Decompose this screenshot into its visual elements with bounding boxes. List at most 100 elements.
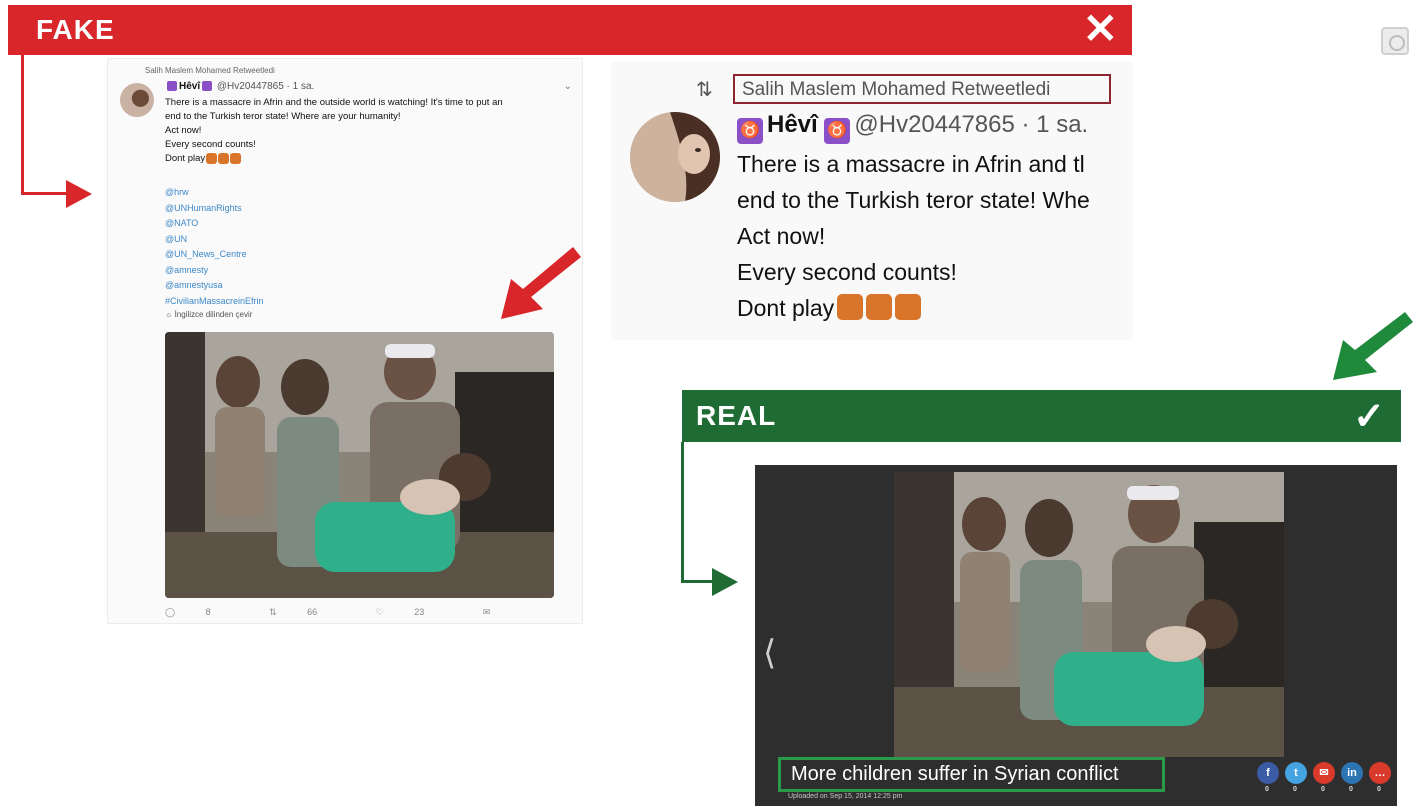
tweet-line: There is a massacre in Afrin and the out… (165, 97, 503, 108)
mention-link[interactable]: @UN_News_Centre (165, 247, 264, 263)
monkey-emoji-icon (230, 152, 242, 164)
twitter-icon: t (1294, 767, 1298, 779)
tweet-line: end to the Turkish teror state! Where ar… (165, 111, 401, 122)
like-count: 23 (414, 607, 425, 617)
retweet-count: 66 (307, 607, 318, 617)
tweet-line: Dont play (165, 152, 575, 166)
email-share-button[interactable]: ✉ 0 (1313, 762, 1335, 793)
tweet-author[interactable]: ♉ Hêvî ♉ @Hv20447865 · 1 sa. (737, 111, 1088, 144)
linkedin-share-button[interactable]: in 0 (1341, 762, 1363, 793)
retweet-attribution: Salih Maslem Mohamed Retweetledi (742, 79, 1051, 100)
tweet-actions: ◯ 8 ⇅ 66 ♡ 23 ✉ (165, 607, 546, 618)
share-count: 0 (1321, 786, 1325, 793)
handle: @Hv20447865 · 1 sa. (216, 81, 315, 92)
share-count: 0 (1293, 786, 1297, 793)
tweet-photo[interactable] (165, 332, 554, 598)
mention-link[interactable]: @hrw (165, 185, 264, 201)
checkmark-icon: ✓ (1353, 396, 1385, 438)
tweet-line-text: Dont play (737, 295, 835, 321)
avatar-photo (630, 112, 720, 202)
green-arrow-icon (712, 568, 738, 596)
mentions-list: @hrw @UNHumanRights @NATO @UN @UN_News_C… (165, 185, 264, 309)
badge-icon (202, 81, 213, 92)
share-count: 0 (1265, 786, 1269, 793)
chevron-down-icon[interactable]: ⌄ (564, 81, 572, 92)
monkey-emoji-icon (895, 294, 922, 320)
monkey-emoji-icon (218, 152, 230, 164)
heart-icon: ♡ (375, 607, 387, 617)
tweet-line: Every second counts! (737, 259, 957, 285)
envelope-icon: ✉ (482, 607, 491, 617)
globe-icon: ☼ (165, 310, 175, 319)
children-photo (894, 472, 1284, 757)
avatar[interactable] (630, 112, 720, 202)
tweet-line: Dont play (737, 290, 1133, 326)
facebook-icon: f (1266, 767, 1270, 779)
linkedin-icon: in (1347, 767, 1357, 779)
facebook-share-button[interactable]: f0 (1257, 762, 1279, 793)
reply-count: 8 (205, 607, 211, 617)
share-count: 0 (1349, 786, 1353, 793)
caption-highlight-box: More children suffer in Syrian conflict (778, 757, 1165, 792)
retweet-icon: ⇅ (696, 79, 713, 101)
mention-link[interactable]: @NATO (165, 216, 264, 232)
retweet-icon: ⇅ (269, 607, 280, 617)
monkey-emoji-icon (866, 294, 893, 320)
translate-label: İngilizce dilinden çevir (174, 310, 253, 319)
green-connector-line (681, 580, 716, 583)
comment-icon: … (1374, 767, 1386, 779)
children-photo (165, 332, 554, 598)
previous-arrow-icon[interactable]: ⟨ (763, 633, 776, 673)
close-x-icon: ✕ (1082, 5, 1118, 52)
green-connector-line (681, 442, 684, 583)
tweet-line: Act now! (165, 125, 202, 136)
translate-link[interactable]: ☼ İngilizce dilinden çevir (165, 310, 252, 319)
twitter-share-button[interactable]: t0 (1285, 762, 1307, 793)
tweet-author[interactable]: Hêvî @Hv20447865 · 1 sa. (165, 81, 314, 92)
display-name: Hêvî (767, 111, 818, 138)
badge-icon: ♉ (824, 118, 851, 144)
hashtag-link[interactable]: #CivilianMassacreinEfrin (165, 294, 264, 310)
tweet-line-text: Dont play (165, 153, 206, 164)
red-connector-line (21, 192, 71, 195)
badge-icon (167, 81, 177, 92)
retweet-button[interactable]: ⇅ 66 (269, 607, 345, 617)
red-diagonal-arrow-icon (501, 247, 581, 319)
email-icon: ✉ (1319, 767, 1329, 779)
mention-link[interactable]: @amnestyusa (165, 278, 264, 294)
upload-date: Uploaded on Sep 15, 2014 12:25 pm (788, 793, 903, 800)
mention-link[interactable]: @UNHumanRights (165, 201, 264, 217)
fake-banner: FAKE ✕ (8, 5, 1132, 55)
red-connector-line (21, 55, 24, 195)
badge-icon: ♉ (737, 118, 763, 144)
reply-icon: ◯ (165, 607, 178, 617)
news-caption: More children suffer in Syrian conflict (791, 763, 1119, 785)
tweet-line: Act now! (737, 223, 826, 249)
monkey-emoji-icon (837, 294, 864, 320)
tweet-card: Salih Maslem Mohamed Retweetledi Hêvî @H… (107, 58, 583, 624)
mention-link[interactable]: @UN (165, 232, 264, 248)
tweet-text: There is a massacre in Afrin and tl end … (737, 146, 1133, 326)
red-arrow-icon (66, 180, 92, 208)
news-photo[interactable] (894, 472, 1284, 757)
share-count: 0 (1377, 786, 1381, 793)
share-buttons: f0 t0 ✉ 0 in 0 … 0 (1257, 762, 1391, 793)
green-diagonal-arrow-icon (1333, 312, 1413, 380)
display-name: Hêvî (179, 81, 201, 92)
monkey-emoji-icon (206, 152, 218, 164)
zoomed-tweet: ⇅ Salih Maslem Mohamed Retweetledi ♉ Hêvî… (611, 62, 1133, 340)
real-banner: REAL ✓ (682, 390, 1401, 442)
avatar[interactable] (120, 83, 154, 117)
tweet-text: There is a massacre in Afrin and the out… (165, 96, 575, 166)
dm-button[interactable]: ✉ (483, 607, 519, 617)
mention-link[interactable]: @amnesty (165, 263, 264, 279)
tweet-line: There is a massacre in Afrin and tl (737, 151, 1085, 177)
like-button[interactable]: ♡ 23 (376, 607, 453, 617)
news-gallery: ⟨ More children suffer in Syrian conflic… (755, 465, 1397, 806)
reply-button[interactable]: ◯ 8 (165, 607, 239, 617)
zoom-icon[interactable] (1381, 27, 1409, 55)
comment-share-button[interactable]: … 0 (1369, 762, 1391, 793)
retweet-attribution: Salih Maslem Mohamed Retweetledi (145, 66, 275, 75)
fake-label: FAKE (36, 14, 115, 45)
tweet-line: end to the Turkish teror state! Whe (737, 187, 1090, 213)
